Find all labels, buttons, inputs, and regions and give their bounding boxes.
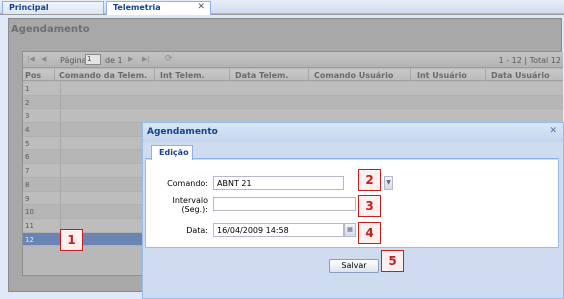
paging-info: 1 - 12 | Total 12 — [498, 56, 561, 65]
grid-header: Pos Comando da Telem. Int Telem. Data Te… — [23, 69, 563, 81]
row-pos: 4 — [25, 126, 30, 135]
row-pos: 3 — [25, 112, 30, 121]
row-pos: 5 — [25, 139, 30, 148]
first-page-icon[interactable]: |◀ — [27, 55, 35, 63]
table-row[interactable]: 3 — [23, 109, 563, 124]
chevron-down-icon[interactable]: ▼ — [384, 176, 393, 190]
row-pos: 8 — [25, 180, 30, 189]
data-field[interactable]: 16/04/2009 14:58 — [213, 223, 344, 237]
comando-label: Comando: — [167, 179, 208, 188]
col-int-usuario[interactable]: Int Usuário — [417, 71, 467, 80]
tab-edicao[interactable]: Edição — [151, 145, 193, 160]
calendar-icon[interactable]: ▦ — [344, 223, 356, 237]
tab-telemetria-label: Telemetria — [113, 3, 161, 12]
dialog-footer: Salvar — [143, 248, 563, 298]
row-pos: 2 — [25, 98, 30, 107]
callout-4: 4 — [358, 222, 381, 244]
dialog-title: Agendamento — [147, 127, 218, 137]
row-pos: 1 — [25, 85, 30, 93]
next-page-icon[interactable]: ▶ — [128, 55, 133, 63]
last-page-icon[interactable]: ▶| — [142, 55, 150, 63]
intervalo-unit-label: (Seg.): — [181, 205, 208, 214]
callout-1: 1 — [60, 229, 83, 251]
col-pos[interactable]: Pos — [25, 71, 41, 80]
row-pos: 9 — [25, 194, 30, 203]
dialog-header[interactable]: Agendamento ✕ — [143, 123, 563, 142]
dialog-tab-bar: Edição — [145, 143, 559, 160]
col-comando-usuario[interactable]: Comando Usuário — [314, 71, 393, 80]
page-label: Página — [60, 56, 87, 65]
intervalo-label: Intervalo — [172, 196, 208, 205]
row-pos: 11 — [25, 221, 34, 230]
top-tab-bar: Principal Telemetria ✕ — [0, 0, 564, 15]
page-of-label: de 1 — [105, 56, 123, 65]
tab-principal-label: Principal — [9, 3, 49, 12]
comando-field[interactable]: ABNT 21 — [213, 176, 344, 190]
callout-5: 5 — [381, 250, 404, 272]
tab-principal[interactable]: Principal — [2, 1, 104, 14]
callout-3: 3 — [358, 195, 381, 217]
paging-toolbar: |◀ ◀ Página 1 de 1 ▶ ▶| ⟳ 1 - 12 | Total… — [23, 52, 563, 68]
row-pos: 10 — [25, 208, 34, 217]
callout-2: 2 — [358, 169, 381, 191]
tab-telemetria[interactable]: Telemetria ✕ — [106, 1, 211, 15]
row-pos: 7 — [25, 167, 30, 176]
col-data-usuario[interactable]: Data Usuário — [491, 71, 550, 80]
prev-page-icon[interactable]: ◀ — [41, 55, 46, 63]
dialog-form: Comando: ABNT 21 ▼ Intervalo (Seg.): Dat… — [145, 160, 559, 248]
agendamento-dialog: Agendamento ✕ Edição Comando: ABNT 21 ▼ … — [142, 122, 564, 299]
col-int-telem[interactable]: Int Telem. — [160, 71, 205, 80]
refresh-icon[interactable]: ⟳ — [165, 54, 173, 64]
col-data-telem[interactable]: Data Telem. — [235, 71, 288, 80]
table-row[interactable]: 2 — [23, 95, 563, 110]
page-input[interactable]: 1 — [85, 54, 101, 65]
col-comando-telem[interactable]: Comando da Telem. — [59, 71, 147, 80]
row-pos: 12 — [25, 235, 34, 244]
close-icon[interactable]: ✕ — [549, 126, 557, 136]
panel-title: Agendamento — [11, 24, 90, 35]
save-button[interactable]: Salvar — [329, 259, 379, 273]
close-icon[interactable]: ✕ — [197, 2, 205, 12]
table-row[interactable]: 1 — [23, 82, 563, 96]
data-label: Data: — [186, 226, 208, 235]
row-pos: 6 — [25, 153, 30, 162]
intervalo-field[interactable] — [213, 197, 356, 211]
